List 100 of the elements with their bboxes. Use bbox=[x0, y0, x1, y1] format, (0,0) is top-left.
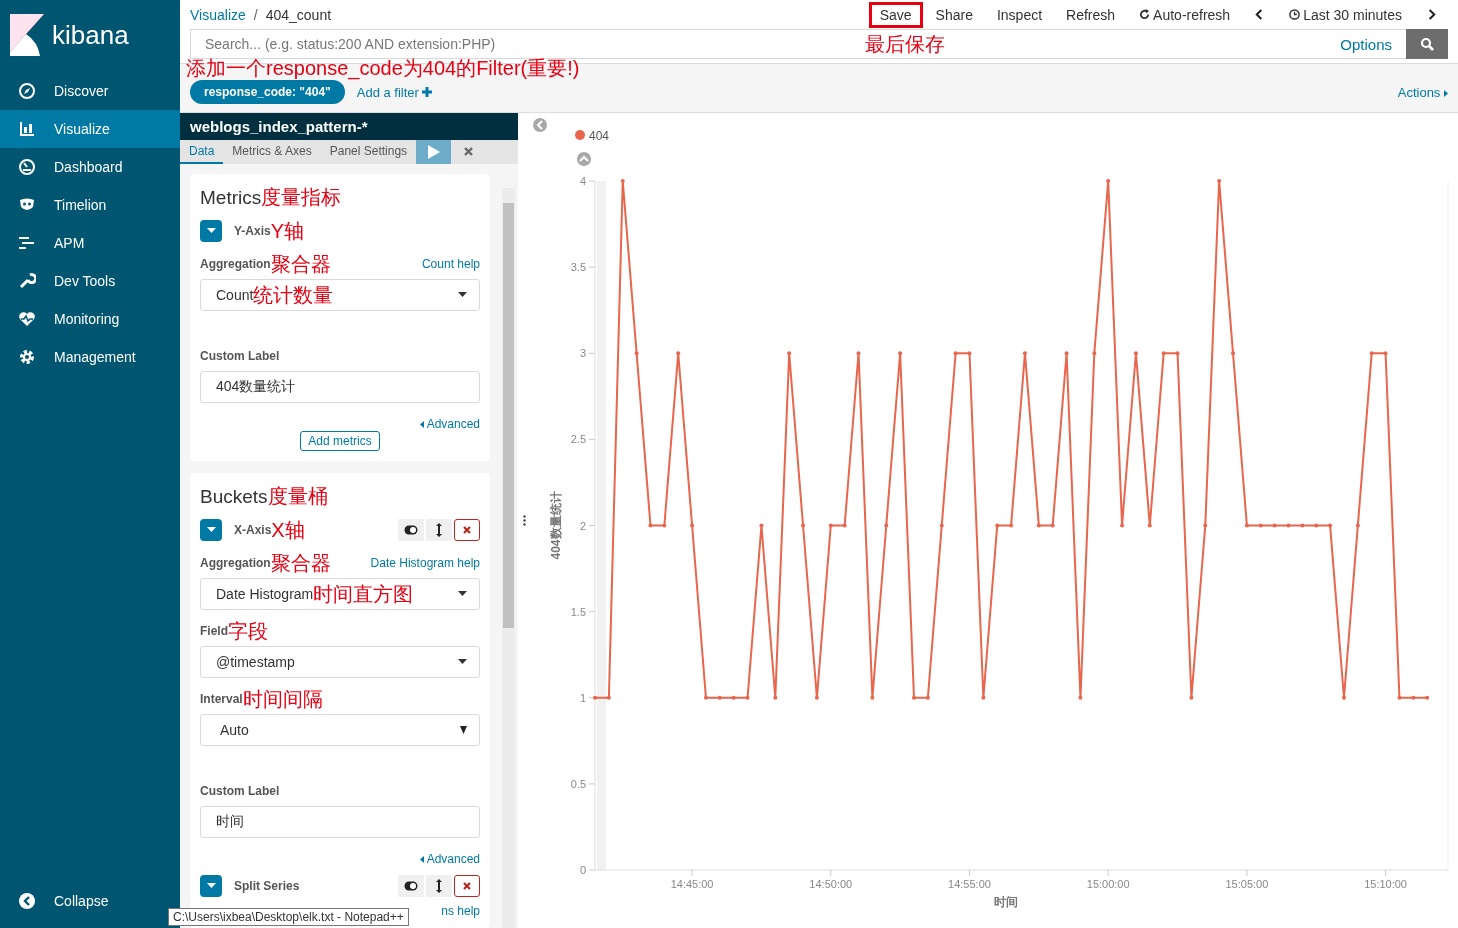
data-point[interactable] bbox=[731, 695, 736, 700]
data-point[interactable] bbox=[898, 351, 903, 356]
toggle-button[interactable] bbox=[200, 220, 222, 242]
data-point[interactable] bbox=[1133, 351, 1138, 356]
toggle-switch-button[interactable] bbox=[398, 519, 424, 541]
tab[interactable]: Panel Settings bbox=[320, 139, 417, 164]
options-link[interactable]: Options bbox=[1340, 35, 1392, 53]
data-point[interactable] bbox=[634, 351, 639, 356]
apply-button[interactable] bbox=[416, 139, 452, 164]
menu-button[interactable]: Save bbox=[868, 1, 923, 28]
sidebar-item[interactable]: Dashboard bbox=[0, 148, 180, 186]
data-point[interactable] bbox=[1022, 351, 1027, 356]
data-point[interactable] bbox=[1175, 351, 1180, 356]
data-point[interactable] bbox=[995, 523, 1000, 528]
data-point[interactable] bbox=[1328, 523, 1333, 528]
breadcrumb-link[interactable]: Visualize bbox=[190, 6, 246, 23]
help-link[interactable]: Date Histogram help bbox=[370, 556, 480, 570]
data-point[interactable] bbox=[953, 351, 958, 356]
data-point[interactable] bbox=[1300, 523, 1305, 528]
data-point[interactable] bbox=[1383, 351, 1388, 356]
data-point[interactable] bbox=[912, 695, 916, 700]
data-point[interactable] bbox=[1106, 179, 1111, 183]
remove-button[interactable] bbox=[454, 519, 480, 541]
data-point[interactable] bbox=[593, 695, 597, 700]
data-point[interactable] bbox=[1286, 523, 1291, 528]
sidebar-item[interactable]: APM bbox=[0, 224, 180, 262]
data-point[interactable] bbox=[690, 523, 695, 528]
data-point[interactable] bbox=[703, 695, 708, 700]
data-point[interactable] bbox=[1217, 179, 1222, 183]
select-field[interactable]: @timestamp bbox=[200, 646, 480, 678]
data-point[interactable] bbox=[1009, 523, 1014, 528]
add-filter-link[interactable]: Add a filter bbox=[356, 84, 432, 100]
time-picker-button[interactable]: Last 30 minutes bbox=[1278, 1, 1413, 28]
toggle-button[interactable] bbox=[200, 519, 222, 541]
filter-pill[interactable]: response_code: "404" bbox=[190, 80, 345, 104]
data-point[interactable] bbox=[606, 695, 611, 700]
actions-link[interactable]: Actions bbox=[1397, 84, 1448, 100]
data-point[interactable] bbox=[1342, 695, 1346, 700]
data-point[interactable] bbox=[1425, 695, 1430, 700]
data-point[interactable] bbox=[620, 179, 625, 183]
collapse-icon[interactable] bbox=[533, 118, 547, 132]
select-field[interactable]: Date Histogram时间直方图 bbox=[200, 578, 480, 610]
input-field[interactable]: 404数量统计 bbox=[200, 371, 480, 403]
menu-button[interactable]: Refresh bbox=[1055, 1, 1127, 28]
advanced-link[interactable]: Advanced bbox=[419, 852, 480, 866]
data-point[interactable] bbox=[967, 351, 972, 356]
data-point[interactable] bbox=[1258, 523, 1263, 528]
data-point[interactable] bbox=[759, 523, 764, 528]
data-point[interactable] bbox=[1120, 523, 1125, 528]
sidebar-item[interactable]: Management bbox=[0, 338, 180, 376]
data-point[interactable] bbox=[1411, 695, 1416, 700]
data-point[interactable] bbox=[648, 523, 653, 528]
advanced-link[interactable]: Advanced bbox=[419, 417, 480, 431]
search-button[interactable] bbox=[1406, 29, 1448, 59]
menu-button[interactable]: Share bbox=[924, 1, 984, 28]
remove-button[interactable] bbox=[454, 875, 480, 897]
toggle-button[interactable] bbox=[200, 875, 222, 897]
data-point[interactable] bbox=[842, 523, 847, 528]
data-point[interactable] bbox=[925, 695, 930, 700]
collapse-legend-icon[interactable] bbox=[577, 152, 591, 166]
data-point[interactable] bbox=[1369, 351, 1374, 356]
menu-button[interactable]: Inspect bbox=[985, 1, 1054, 28]
tab[interactable]: Metrics & Axes bbox=[223, 139, 321, 164]
data-point[interactable] bbox=[1078, 695, 1083, 700]
data-point[interactable] bbox=[1161, 351, 1166, 356]
data-point[interactable] bbox=[717, 695, 722, 700]
data-point[interactable] bbox=[1050, 523, 1055, 528]
data-point[interactable] bbox=[884, 523, 889, 528]
toggle-switch-button[interactable] bbox=[398, 875, 424, 897]
data-point[interactable] bbox=[1036, 523, 1041, 528]
data-point[interactable] bbox=[939, 523, 944, 528]
data-point[interactable] bbox=[1147, 523, 1152, 528]
data-point[interactable] bbox=[662, 523, 667, 528]
scrollbar[interactable] bbox=[502, 188, 515, 928]
data-point[interactable] bbox=[1272, 523, 1277, 528]
data-point[interactable] bbox=[801, 523, 806, 528]
help-link[interactable]: ns help bbox=[441, 904, 480, 918]
data-point[interactable] bbox=[1397, 695, 1402, 700]
data-point[interactable] bbox=[773, 695, 778, 700]
data-point[interactable] bbox=[745, 695, 750, 700]
data-point[interactable] bbox=[1189, 695, 1194, 700]
data-point[interactable] bbox=[870, 695, 875, 700]
data-point[interactable] bbox=[1314, 523, 1319, 528]
data-point[interactable] bbox=[1231, 351, 1235, 356]
sidebar-item[interactable]: Visualize bbox=[0, 110, 180, 148]
legend-label[interactable]: 404 bbox=[589, 129, 610, 143]
sidebar-item[interactable]: Dev Tools bbox=[0, 262, 180, 300]
data-point[interactable] bbox=[828, 523, 833, 528]
data-point[interactable] bbox=[787, 351, 792, 356]
help-link[interactable]: Count help bbox=[421, 257, 480, 271]
data-point[interactable] bbox=[676, 351, 681, 356]
reorder-button[interactable] bbox=[426, 519, 452, 541]
data-point[interactable] bbox=[1092, 351, 1097, 356]
data-point[interactable] bbox=[814, 695, 819, 700]
data-point[interactable] bbox=[1064, 351, 1069, 356]
data-point[interactable] bbox=[1355, 523, 1360, 528]
data-point[interactable] bbox=[981, 695, 986, 700]
input-field[interactable]: 时间 bbox=[200, 806, 480, 838]
data-point[interactable] bbox=[1244, 523, 1249, 528]
sidebar-item[interactable]: Timelion bbox=[0, 186, 180, 224]
